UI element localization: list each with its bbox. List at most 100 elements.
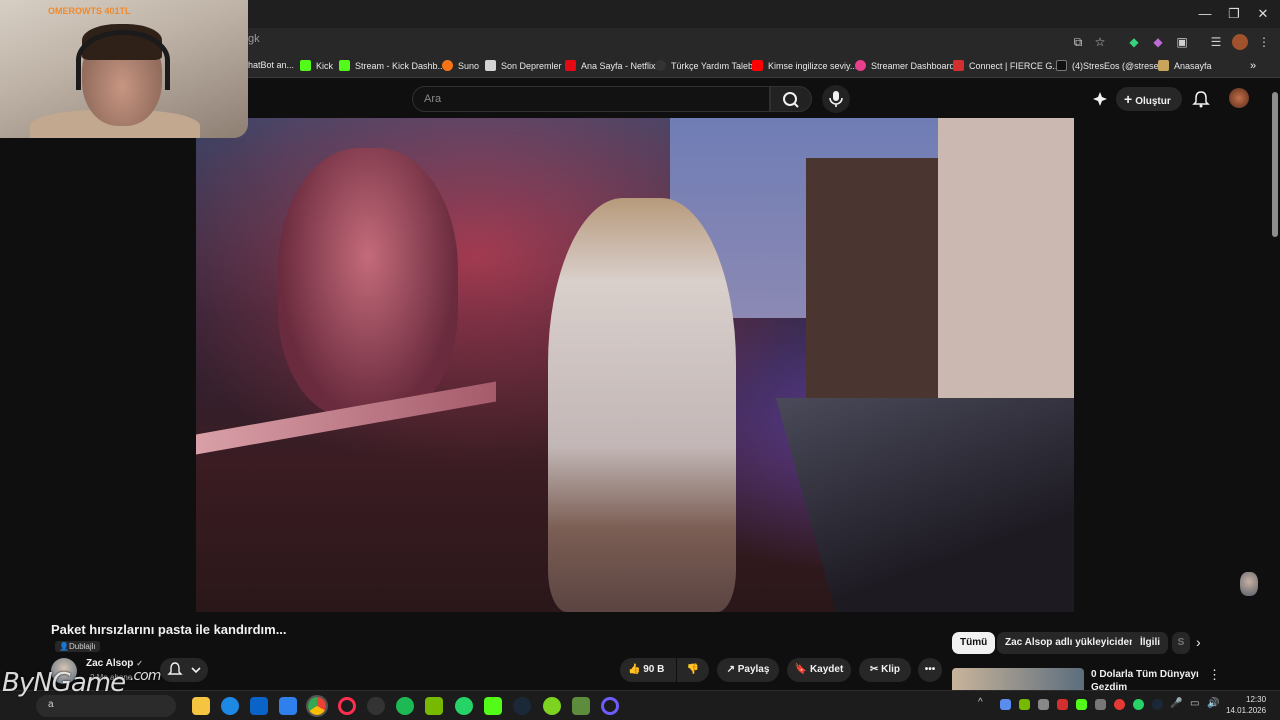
notifications-bell-icon[interactable]	[1192, 90, 1210, 108]
floating-avatar	[1240, 572, 1258, 596]
share-button[interactable]: ↗ Paylaş	[717, 658, 779, 682]
obs-icon[interactable]	[367, 697, 385, 715]
more-actions-button[interactable]: •••	[918, 658, 942, 682]
bookmark-item[interactable]: Türkçe Yardım Talebi	[655, 60, 755, 71]
chip-more[interactable]: S	[1172, 632, 1190, 654]
bookmark-item[interactable]: (4)StresEos (@strese...	[1056, 60, 1166, 71]
recommended-title[interactable]: 0 Dolarla Tüm Dünyayı Gezdim	[1091, 668, 1201, 690]
subscription-bell-button[interactable]	[160, 658, 208, 682]
clock-time: 12:30	[1246, 695, 1267, 704]
dislike-button[interactable]: 👎	[677, 658, 709, 682]
page-scrollbar[interactable]	[1272, 92, 1278, 237]
microphone-tray-icon[interactable]: 🎤	[1170, 698, 1182, 709]
share-icon: ↗	[726, 664, 735, 675]
tray-app-icon[interactable]	[1057, 699, 1068, 710]
search-placeholder: Ara	[424, 93, 442, 105]
opera-icon[interactable]	[338, 697, 356, 715]
suno-icon	[442, 60, 453, 71]
webcam-donation-text: OMEROWTS 401TL	[48, 6, 131, 16]
tray-app-icon[interactable]	[1038, 699, 1049, 710]
home-icon	[1158, 60, 1169, 71]
bookmark-item[interactable]: Streamer Dashboard	[855, 60, 955, 71]
browser-menu-icon[interactable]: ⋮	[1256, 34, 1272, 50]
close-window-button[interactable]: ✕	[1248, 4, 1278, 24]
app-icon[interactable]	[601, 697, 619, 715]
tray-app-icon[interactable]	[1019, 699, 1030, 710]
edge-icon[interactable]	[221, 697, 239, 715]
fierce-icon	[953, 60, 964, 71]
search-button[interactable]	[770, 86, 812, 112]
kick-app-icon[interactable]	[484, 697, 502, 715]
game-app-icon[interactable]	[543, 697, 561, 715]
recommended-thumbnail[interactable]	[952, 668, 1084, 690]
tray-app-icon[interactable]	[1133, 699, 1144, 710]
extension-icon[interactable]: ◆	[1150, 34, 1166, 50]
chrome-icon[interactable]	[306, 695, 328, 717]
chevron-right-icon[interactable]: ›	[1196, 634, 1201, 650]
steam-icon[interactable]	[513, 697, 531, 715]
tray-expand-icon[interactable]: ^	[978, 697, 983, 708]
watermark-suffix: .com	[130, 668, 161, 684]
bookmark-item[interactable]: Suno	[442, 60, 479, 71]
url-text[interactable]: gk	[248, 33, 260, 45]
tray-app-icon[interactable]	[1114, 699, 1125, 710]
minimize-button[interactable]: —	[1190, 4, 1220, 24]
profile-avatar-icon[interactable]	[1232, 34, 1248, 50]
volume-icon[interactable]: 🔊	[1207, 698, 1219, 709]
bookmark-item[interactable]: hatBot an...	[248, 60, 294, 70]
chip-from-uploader[interactable]: Zac Alsop adlı yükleyiciden	[997, 632, 1144, 654]
streamer-icon	[855, 60, 866, 71]
bookmark-item[interactable]: Anasayfa	[1158, 60, 1212, 71]
more-bookmarks-icon[interactable]: »	[1250, 60, 1256, 72]
bookmark-item[interactable]: Kimse ingilizce seviy...	[752, 60, 857, 71]
mail-icon[interactable]	[279, 697, 297, 715]
chip-all[interactable]: Tümü	[952, 632, 996, 654]
minecraft-icon[interactable]	[572, 697, 590, 715]
page-icon	[655, 60, 666, 71]
tray-app-icon[interactable]	[1000, 699, 1011, 710]
tray-app-icon[interactable]	[1095, 699, 1106, 710]
webcam-overlay: OMEROWTS 401TL	[0, 0, 248, 138]
plus-icon: +	[1124, 91, 1133, 107]
file-explorer-icon[interactable]	[192, 697, 210, 715]
extensions-puzzle-icon[interactable]: ▣	[1174, 34, 1190, 50]
clock-date: 14.01.2026	[1226, 706, 1267, 715]
chip-related[interactable]: İlgili	[1132, 632, 1168, 654]
clip-button[interactable]: ✂ Klip	[859, 658, 911, 682]
whatsapp-icon[interactable]	[455, 697, 473, 715]
thumbs-down-icon: 👎	[686, 664, 700, 675]
network-icon[interactable]: ▭	[1190, 698, 1199, 709]
bookmark-item[interactable]: Stream - Kick Dashb...	[339, 60, 445, 71]
create-button[interactable]: + Oluştur	[1116, 87, 1182, 111]
taskbar-clock[interactable]: 12:30 14.01.2026	[1226, 694, 1266, 716]
search-input[interactable]: Ara	[412, 86, 770, 112]
nvidia-icon[interactable]	[425, 697, 443, 715]
maximize-button[interactable]: ❐	[1219, 4, 1249, 24]
video-person	[548, 198, 736, 612]
bookmark-item[interactable]: Kick	[300, 60, 333, 71]
headphones-icon	[76, 30, 170, 90]
account-avatar[interactable]	[1229, 88, 1249, 108]
sparkle-icon[interactable]	[1092, 91, 1108, 107]
recommended-menu-icon[interactable]: ⋮	[1208, 667, 1221, 683]
bookmark-item[interactable]: Ana Sayfa - Netflix	[565, 60, 656, 71]
dubbed-badge: 👤Dublajlı	[55, 641, 100, 652]
like-button[interactable]: 👍 90 B	[620, 658, 676, 682]
extension-shield-icon[interactable]: ◆	[1126, 34, 1142, 50]
tray-app-icon[interactable]	[1076, 699, 1087, 710]
taskbar-search[interactable]: a	[36, 695, 176, 717]
voice-search-button[interactable]	[822, 85, 850, 113]
bookmark-star-icon[interactable]: ☆	[1092, 34, 1108, 50]
install-app-icon[interactable]: ⧉	[1070, 34, 1086, 50]
search-icon	[783, 92, 799, 108]
media-queue-icon[interactable]: ☰	[1208, 34, 1224, 50]
video-player[interactable]	[196, 118, 1074, 612]
bookmark-item[interactable]: Son Depremler	[485, 60, 562, 71]
save-button[interactable]: 🔖 Kaydet	[787, 658, 851, 682]
windows-taskbar: a ^ 🎤 ▭ 🔊 12:30 14.01.2026	[0, 690, 1280, 720]
store-icon[interactable]	[250, 697, 268, 715]
spotify-icon[interactable]	[396, 697, 414, 715]
bookmark-item[interactable]: Connect | FIERCE G...	[953, 60, 1060, 71]
netflix-icon	[565, 60, 576, 71]
tray-app-icon[interactable]	[1152, 699, 1163, 710]
